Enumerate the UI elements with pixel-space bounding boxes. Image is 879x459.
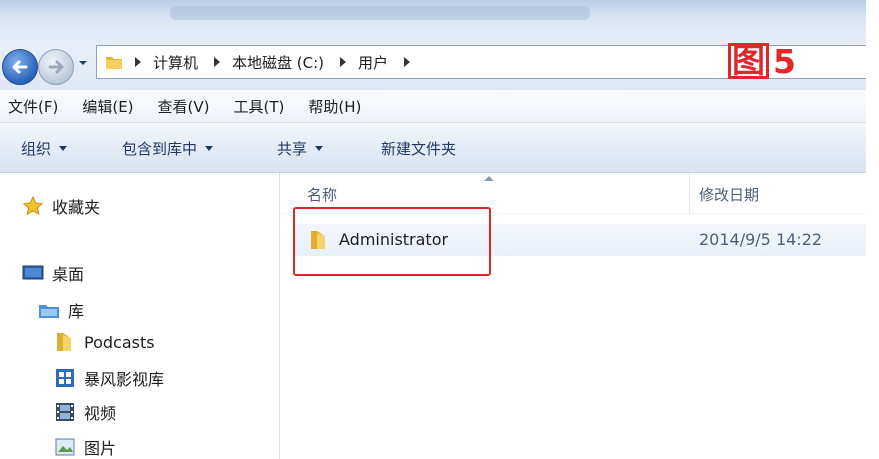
breadcrumb-item-local-disk[interactable]: 本地磁盘 (C:) xyxy=(210,52,324,73)
menu-help[interactable]: 帮助(H) xyxy=(308,96,361,117)
back-button[interactable] xyxy=(2,49,38,85)
breadcrumb: 计算机 本地磁盘 (C:) 用户 xyxy=(105,52,422,72)
pictures-icon xyxy=(55,438,75,456)
share-button[interactable]: 共享 xyxy=(277,138,324,159)
chevron-down-icon xyxy=(315,146,324,151)
menu-bar: 文件(F) 编辑(E) 查看(V) 工具(T) 帮助(H) xyxy=(0,90,866,123)
nav-item-pictures[interactable]: 图片 xyxy=(54,435,116,459)
figure-label-char: 图 xyxy=(728,43,769,79)
breadcrumb-more-chevron-icon[interactable] xyxy=(400,57,422,67)
nav-item-podcasts[interactable]: Podcasts xyxy=(54,332,155,352)
star-icon xyxy=(22,196,44,216)
forward-button[interactable] xyxy=(38,49,74,85)
back-arrow-icon xyxy=(12,60,28,74)
nav-item-favorites[interactable]: 收藏夹 xyxy=(22,194,100,218)
film-icon xyxy=(56,403,74,421)
nav-item-desktop[interactable]: 桌面 xyxy=(22,261,84,285)
figure-label: 图 5 xyxy=(728,41,818,81)
folder-icon xyxy=(106,57,122,69)
menu-edit[interactable]: 编辑(E) xyxy=(82,96,133,117)
breadcrumb-item-computer[interactable]: 计算机 xyxy=(131,52,198,73)
breadcrumb-item-users[interactable]: 用户 xyxy=(336,52,388,73)
recent-pages-dropdown-icon[interactable] xyxy=(78,58,88,68)
library-icon xyxy=(39,305,59,318)
new-folder-button[interactable]: 新建文件夹 xyxy=(381,138,456,159)
folder-icon xyxy=(57,333,71,351)
menu-tools[interactable]: 工具(T) xyxy=(234,96,285,117)
organize-button[interactable]: 组织 xyxy=(21,138,68,159)
column-divider[interactable] xyxy=(689,173,690,213)
chevron-down-icon xyxy=(205,146,214,151)
nav-item-videos[interactable]: 视频 xyxy=(54,400,116,424)
sort-ascending-icon xyxy=(484,176,494,181)
file-modified-date: 2014/9/5 14:22 xyxy=(699,230,823,249)
address-strip: 计算机 本地磁盘 (C:) 用户 图 5 xyxy=(0,0,867,90)
menu-file[interactable]: 文件(F) xyxy=(8,96,58,117)
desktop-icon xyxy=(22,265,44,280)
command-toolbar: 组织 包含到库中 共享 新建文件夹 xyxy=(0,123,866,173)
nav-item-storm-video-library[interactable]: 暴风影视库 xyxy=(54,366,164,390)
navigation-pane: 收藏夹 桌面 库 Podcasts 暴风影视库 视频 图片 xyxy=(0,173,280,459)
menu-view[interactable]: 查看(V) xyxy=(158,96,210,117)
chevron-down-icon xyxy=(59,146,68,151)
figure-label-number: 5 xyxy=(773,41,796,81)
forward-arrow-icon xyxy=(48,60,64,74)
nav-item-libraries[interactable]: 库 xyxy=(38,298,84,322)
blurred-title-area xyxy=(170,6,590,20)
video-library-icon xyxy=(56,369,74,387)
include-in-library-button[interactable]: 包含到库中 xyxy=(122,138,214,159)
column-header-modified[interactable]: 修改日期 xyxy=(699,184,759,205)
annotation-highlight-box xyxy=(293,207,491,276)
right-margin xyxy=(866,0,879,459)
column-header-name[interactable]: 名称 xyxy=(307,184,337,205)
